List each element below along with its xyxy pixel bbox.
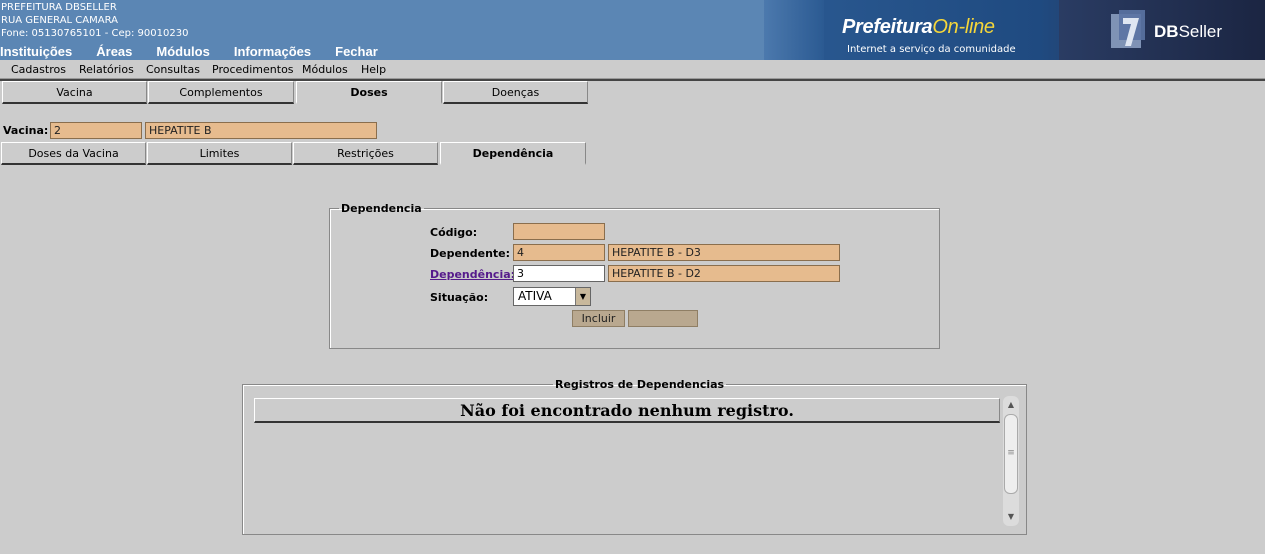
scroll-down-icon[interactable]: ▼: [1003, 510, 1019, 524]
empty-message: Não foi encontrado nenhum registro.: [254, 398, 1000, 423]
situacao-select[interactable]: ATIVA ▼: [513, 287, 591, 306]
vacina-code-field: 2: [50, 122, 142, 139]
logo-prefeitura-text: Prefeitura: [842, 16, 933, 38]
tab-vacina[interactable]: Vacina: [2, 81, 147, 104]
org-contact: Fone: 05130765101 - Cep: 90010230: [1, 28, 189, 39]
logo-seller-text: Seller: [1178, 22, 1223, 41]
logo-online-text: On-line: [932, 16, 995, 38]
scroll-thumb[interactable]: ≡: [1004, 414, 1018, 494]
top-menu-fechar[interactable]: Fechar: [335, 44, 378, 59]
org-address: RUA GENERAL CAMARA: [1, 15, 118, 26]
banner-stripe: [764, 0, 824, 60]
dependente-label: Dependente:: [430, 247, 511, 260]
menu-bar: Cadastros Relatórios Consultas Procedime…: [0, 60, 1265, 79]
scroll-up-icon[interactable]: ▲: [1003, 398, 1019, 412]
dbseller-logo: DBSeller: [1154, 22, 1222, 42]
top-menu: Instituições Áreas Módulos Informações F…: [0, 44, 402, 59]
prefeitura-online-logo: PrefeituraOn-line: [842, 16, 995, 39]
situacao-value: ATIVA: [518, 289, 552, 303]
dbseller-logo-icon: [1111, 10, 1145, 48]
logo-db-text: DB: [1154, 22, 1179, 41]
tab-doencas[interactable]: Doenças: [443, 81, 588, 104]
top-menu-informacoes[interactable]: Informações: [234, 44, 311, 59]
codigo-field: [513, 223, 605, 240]
tab-dependencia[interactable]: Dependência: [440, 142, 586, 165]
scrollbar[interactable]: ▲ ≡ ▼: [1003, 396, 1019, 526]
vacina-name-field: HEPATITE B: [145, 122, 377, 139]
dependencia-name-field: HEPATITE B - D2: [608, 265, 840, 282]
top-menu-instituicoes[interactable]: Instituições: [0, 44, 72, 59]
banner: PrefeituraOn-line Internet a serviço da …: [764, 0, 1265, 60]
dependente-name-field: HEPATITE B - D3: [608, 244, 840, 261]
secondary-button[interactable]: [628, 310, 698, 327]
menu-help[interactable]: Help: [361, 63, 386, 76]
dependencia-code-input[interactable]: 3: [513, 265, 605, 282]
registros-legend: Registros de Dependencias: [555, 378, 725, 391]
incluir-button[interactable]: Incluir: [572, 310, 625, 327]
menu-consultas[interactable]: Consultas: [146, 63, 200, 76]
tab-limites[interactable]: Limites: [147, 142, 292, 165]
chevron-down-icon[interactable]: ▼: [575, 288, 590, 305]
tab-complementos[interactable]: Complementos: [148, 81, 294, 104]
dependencia-link[interactable]: Dependência:: [430, 268, 515, 281]
menu-procedimentos[interactable]: Procedimentos: [212, 63, 294, 76]
vacina-label: Vacina:: [3, 124, 49, 137]
dependente-code-field: 4: [513, 244, 605, 261]
org-info: PREFEITURA DBSELLER RUA GENERAL CAMARA F…: [1, 1, 188, 40]
tab-baseline: [586, 166, 1265, 167]
codigo-label: Código:: [430, 226, 478, 239]
logo-tagline: Internet a serviço da comunidade: [847, 44, 1016, 55]
top-menu-modulos[interactable]: Módulos: [156, 44, 209, 59]
tab-doses-da-vacina[interactable]: Doses da Vacina: [1, 142, 146, 165]
dependencia-legend: Dependencia: [341, 202, 422, 215]
header: PREFEITURA DBSELLER RUA GENERAL CAMARA F…: [0, 0, 1265, 60]
situacao-label: Situação:: [430, 291, 489, 304]
tab-doses[interactable]: Doses: [296, 81, 442, 104]
org-name: PREFEITURA DBSELLER: [1, 2, 117, 13]
menu-modulos[interactable]: Módulos: [302, 63, 348, 76]
menu-cadastros[interactable]: Cadastros: [11, 63, 66, 76]
menu-relatorios[interactable]: Relatórios: [79, 63, 134, 76]
tab-restricoes[interactable]: Restrições: [293, 142, 438, 165]
top-menu-areas[interactable]: Áreas: [96, 44, 132, 59]
